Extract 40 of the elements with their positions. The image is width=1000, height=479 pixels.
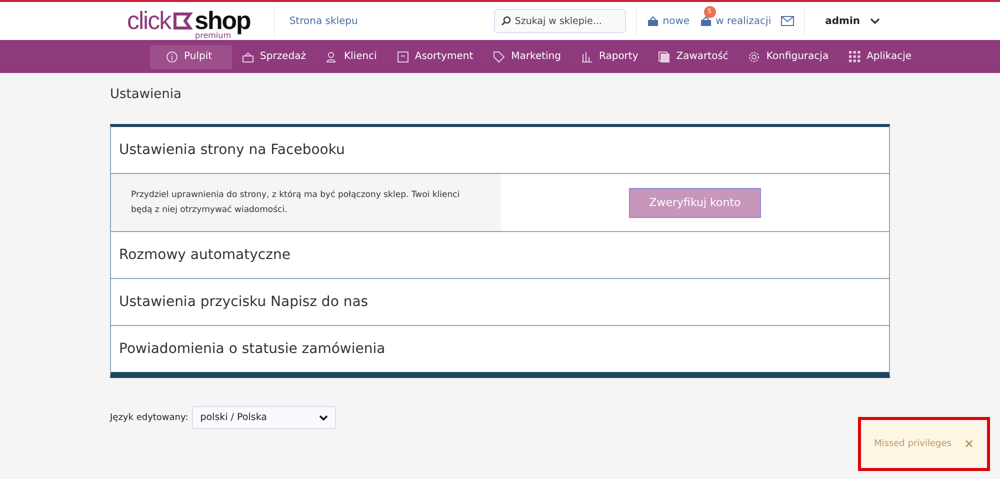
person-icon xyxy=(326,50,338,62)
search-field[interactable]: Szukaj w sklepie... xyxy=(494,9,626,33)
basket-icon[interactable] xyxy=(646,16,659,26)
language-select[interactable]: polski / Polska xyxy=(192,406,336,429)
logo-text: shop xyxy=(194,8,250,34)
grid-icon xyxy=(848,50,861,62)
logo-text: click xyxy=(127,8,171,34)
orders-link[interactable]: nowe xyxy=(662,16,690,26)
nav-tab[interactable]: Asortyment xyxy=(386,44,484,68)
gear-icon xyxy=(748,50,760,62)
nav-tab[interactable]: Marketing xyxy=(483,44,571,68)
section-description: Przydziel uprawnienia do strony, z którą ma być połączony sklep. Twoi klienci będą z niej otrzymywać wiadomości. xyxy=(131,188,461,216)
section-header[interactable]: Powiadomienia o statusie zamówienia xyxy=(111,326,889,372)
bar-chart-icon xyxy=(580,50,593,62)
toast-message: Missed privileges xyxy=(874,439,952,449)
info-icon xyxy=(166,50,178,62)
user-menu[interactable]: admin xyxy=(825,16,860,26)
chevron-down-icon xyxy=(319,414,328,420)
pages-icon xyxy=(658,50,670,62)
nav-tab[interactable]: Zawartość xyxy=(648,44,738,68)
nav-tab[interactable]: Raporty xyxy=(570,44,648,68)
nav-tab[interactable]: Klienci xyxy=(316,44,387,68)
language-label: Język edytowany: xyxy=(110,412,188,422)
logo-mark-icon xyxy=(172,11,193,31)
chevron-down-icon[interactable] xyxy=(870,18,880,24)
store-link[interactable]: Strona sklepu xyxy=(274,6,358,36)
tag-icon xyxy=(493,50,506,62)
nav-tab[interactable]: Konfiguracja xyxy=(738,44,839,68)
nav-tab[interactable]: Pulpit xyxy=(150,44,232,68)
basket-icon[interactable] xyxy=(700,16,712,26)
box-icon xyxy=(396,50,409,62)
mail-icon[interactable] xyxy=(781,16,794,26)
nav-tab[interactable]: Sprzedaż xyxy=(232,44,316,68)
nav-tab[interactable]: Aplikacje xyxy=(838,44,922,68)
section-header[interactable]: Rozmowy automatyczne xyxy=(111,232,889,278)
search-icon xyxy=(500,16,511,26)
page-title: Ustawienia xyxy=(110,87,182,102)
basket-icon xyxy=(242,50,254,62)
section-header[interactable]: Ustawienia przycisku Napisz do nas xyxy=(111,279,889,325)
orders-link[interactable]: w realizacji xyxy=(716,16,772,26)
